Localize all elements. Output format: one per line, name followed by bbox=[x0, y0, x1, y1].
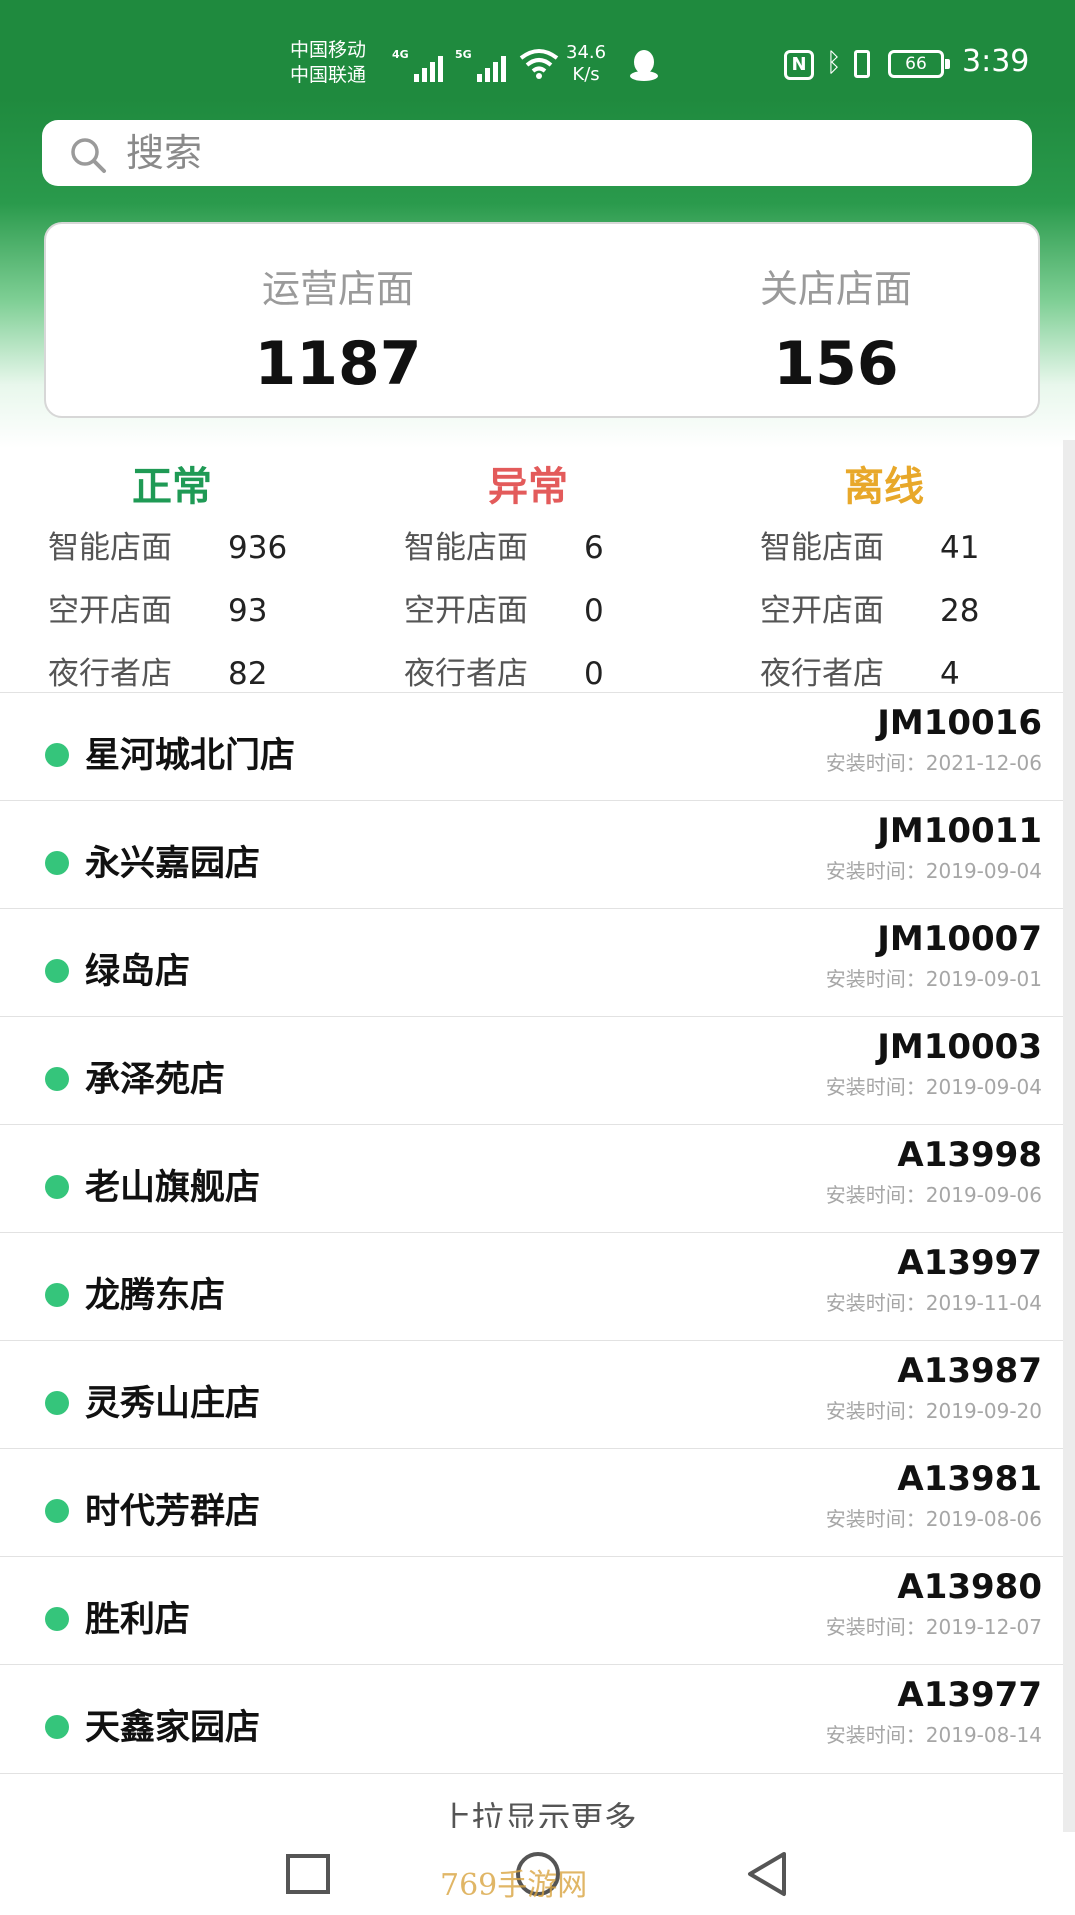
status-bar: 中国移动 中国联通 4G 5G 34.6 K/s N ᛒ 66 3:39 bbox=[0, 0, 1075, 98]
store-code: A13980 bbox=[897, 1567, 1042, 1607]
store-name: 灵秀山庄店 bbox=[85, 1384, 261, 1424]
store-name: 胜利店 bbox=[85, 1600, 191, 1640]
list-item[interactable]: 时代芳群店 A13981 安装时间：2019-08-06 bbox=[0, 1448, 1063, 1557]
status-row: 智能店面 6 bbox=[404, 530, 604, 566]
status-dot-icon bbox=[45, 1715, 69, 1739]
install-time: 安装时间：2019-09-20 bbox=[825, 1399, 1042, 1423]
store-code: JM10007 bbox=[877, 919, 1042, 959]
status-row: 空开店面 93 bbox=[48, 593, 268, 629]
install-time: 安装时间：2019-09-06 bbox=[825, 1183, 1042, 1207]
store-name: 天鑫家园店 bbox=[85, 1708, 261, 1748]
header-area: 搜索 运营店面 1187 关店店面 156 bbox=[0, 98, 1075, 448]
install-time: 安装时间：2019-08-06 bbox=[825, 1507, 1042, 1531]
search-icon bbox=[71, 138, 106, 173]
store-code: A13981 bbox=[897, 1459, 1042, 1499]
sim2-network-type: 5G bbox=[455, 48, 472, 61]
list-item[interactable]: 星河城北门店 JM10016 安装时间：2021-12-06 bbox=[0, 692, 1063, 801]
clock: 3:39 bbox=[962, 44, 1030, 79]
install-time: 安装时间：2021-12-06 bbox=[825, 751, 1042, 775]
carrier-1: 中国移动 bbox=[290, 39, 367, 61]
list-item[interactable]: 绿岛店 JM10007 安装时间：2019-09-01 bbox=[0, 908, 1063, 1017]
store-code: A13977 bbox=[897, 1675, 1042, 1715]
status-title-abnormal: 异常 bbox=[488, 464, 568, 510]
closed-stores-value: 156 bbox=[773, 329, 899, 399]
status-dot-icon bbox=[45, 959, 69, 983]
status-dot-icon bbox=[45, 1067, 69, 1091]
search-input[interactable]: 搜索 bbox=[42, 120, 1032, 186]
install-time: 安装时间：2019-09-04 bbox=[825, 1075, 1042, 1099]
status-row: 空开店面 0 bbox=[404, 593, 604, 629]
status-row: 空开店面 28 bbox=[760, 593, 980, 629]
closed-stores-label: 关店店面 bbox=[759, 267, 912, 311]
store-code: JM10016 bbox=[877, 703, 1042, 743]
wifi-icon bbox=[519, 49, 559, 79]
closed-stores-stat[interactable]: 关店店面 156 bbox=[656, 258, 1016, 399]
watermark-logo: 769手游网 bbox=[440, 1868, 588, 1903]
vibrate-icon bbox=[854, 50, 870, 78]
store-name: 绿岛店 bbox=[85, 952, 191, 992]
status-row: 夜行者店 4 bbox=[760, 656, 960, 692]
store-code: JM10003 bbox=[877, 1027, 1042, 1067]
install-time: 安装时间：2019-09-04 bbox=[825, 859, 1042, 883]
status-title-normal: 正常 bbox=[132, 464, 212, 510]
store-code: A13997 bbox=[897, 1243, 1042, 1283]
network-speed: 34.6 K/s bbox=[566, 42, 607, 85]
install-time: 安装时间：2019-09-01 bbox=[825, 967, 1042, 991]
install-time: 安装时间：2019-12-07 bbox=[825, 1615, 1042, 1639]
nfc-icon: N bbox=[784, 50, 814, 80]
status-row: 夜行者店 0 bbox=[404, 656, 604, 692]
status-dot-icon bbox=[45, 851, 69, 875]
carrier-names: 中国移动 中国联通 bbox=[290, 38, 366, 88]
install-time: 安装时间：2019-11-04 bbox=[825, 1291, 1042, 1315]
bluetooth-icon: ᛒ bbox=[826, 48, 842, 78]
status-dot-icon bbox=[45, 1499, 69, 1523]
search-placeholder: 搜索 bbox=[126, 131, 203, 175]
load-more-hint: 上拉显示更多 bbox=[438, 1799, 637, 1828]
store-code: JM10011 bbox=[877, 811, 1042, 851]
status-dot-icon bbox=[45, 1607, 69, 1631]
store-summary-card: 运营店面 1187 关店店面 156 bbox=[44, 222, 1040, 418]
store-name: 时代芳群店 bbox=[85, 1492, 261, 1532]
status-dot-icon bbox=[45, 743, 69, 767]
list-item[interactable]: 灵秀山庄店 A13987 安装时间：2019-09-20 bbox=[0, 1340, 1063, 1449]
list-item[interactable]: 龙腾东店 A13997 安装时间：2019-11-04 bbox=[0, 1232, 1063, 1341]
status-dot-icon bbox=[45, 1391, 69, 1415]
store-name: 龙腾东店 bbox=[85, 1276, 226, 1316]
list-item[interactable]: 天鑫家园店 A13977 安装时间：2019-08-14 bbox=[0, 1664, 1063, 1774]
list-item[interactable]: 永兴嘉园店 JM10011 安装时间：2019-09-04 bbox=[0, 800, 1063, 909]
store-name: 永兴嘉园店 bbox=[85, 844, 261, 884]
back-icon[interactable] bbox=[740, 1846, 796, 1902]
store-code: A13987 bbox=[897, 1351, 1042, 1391]
operating-stores-label: 运营店面 bbox=[261, 267, 414, 311]
store-name: 承泽苑店 bbox=[85, 1060, 226, 1100]
battery-icon: 66 bbox=[888, 50, 950, 78]
install-time: 安装时间：2019-08-14 bbox=[825, 1723, 1042, 1747]
status-title-offline: 离线 bbox=[844, 464, 924, 510]
scrollbar[interactable] bbox=[1063, 440, 1075, 1840]
status-row: 智能店面 936 bbox=[48, 530, 288, 566]
operating-stores-value: 1187 bbox=[254, 329, 422, 399]
list-item[interactable]: 承泽苑店 JM10003 安装时间：2019-09-04 bbox=[0, 1016, 1063, 1125]
list-item[interactable]: 胜利店 A13980 安装时间：2019-12-07 bbox=[0, 1556, 1063, 1665]
list-item[interactable]: 老山旗舰店 A13998 安装时间：2019-09-06 bbox=[0, 1124, 1063, 1233]
status-dot-icon bbox=[45, 1175, 69, 1199]
recent-apps-icon[interactable] bbox=[280, 1846, 336, 1902]
qq-icon bbox=[630, 50, 658, 81]
status-row: 夜行者店 82 bbox=[48, 656, 268, 692]
status-breakdown: 正常 智能店面 936 空开店面 93 夜行者店 82 异常 智能店面 6 空开店面 0 … bbox=[0, 440, 1075, 692]
carrier-2: 中国联通 bbox=[290, 64, 367, 86]
sim1-network-type: 4G bbox=[392, 48, 409, 61]
status-dot-icon bbox=[45, 1283, 69, 1307]
operating-stores-stat[interactable]: 运营店面 1187 bbox=[158, 258, 518, 399]
store-code: A13998 bbox=[897, 1135, 1042, 1175]
status-row: 智能店面 41 bbox=[760, 530, 980, 566]
store-name: 星河城北门店 bbox=[85, 736, 296, 776]
store-name: 老山旗舰店 bbox=[85, 1168, 261, 1208]
